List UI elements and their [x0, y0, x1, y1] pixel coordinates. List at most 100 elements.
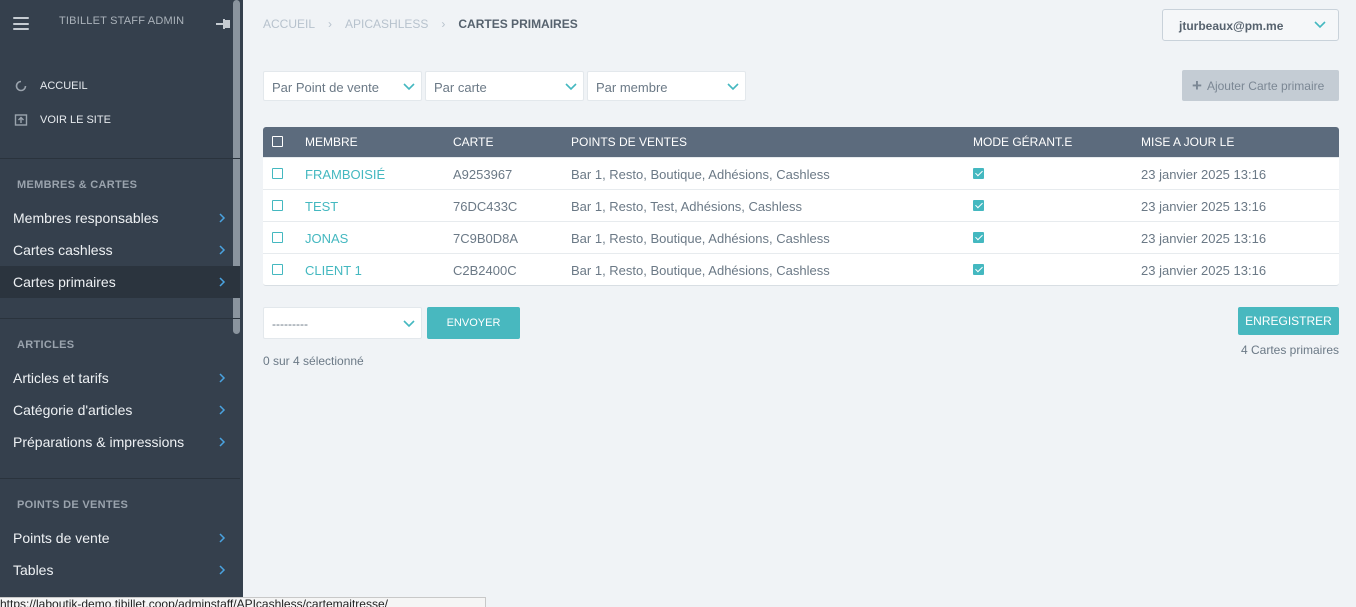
user-menu[interactable]: jturbeaux@pm.me [1162, 9, 1339, 41]
sidebar-title: TIBILLET STAFF ADMIN [59, 15, 185, 27]
member-link[interactable]: TEST [305, 199, 338, 214]
row-checkbox[interactable] [272, 200, 283, 211]
sidebar: TIBILLET STAFF ADMIN ACCUEIL VOIR LE SIT… [0, 0, 243, 607]
sidebar-item-articles-et-tarifs[interactable]: Articles et tarifs [0, 362, 240, 394]
sidebar-item-tables[interactable]: Tables [0, 554, 240, 586]
table-row: TEST 76DC433C Bar 1, Resto, Test, Adhési… [263, 189, 1339, 221]
breadcrumb-accueil[interactable]: ACCUEIL [263, 17, 315, 31]
chevron-right-icon [219, 533, 226, 543]
breadcrumb-separator-icon: › [441, 17, 446, 31]
sidebar-item-membres-responsables[interactable]: Membres responsables [0, 202, 240, 234]
card-id: A9253967 [453, 167, 513, 182]
sidebar-header: TIBILLET STAFF ADMIN [0, 0, 243, 48]
sidebar-link-voir-le-site[interactable]: VOIR LE SITE [14, 113, 111, 127]
sidebar-item-label: Cartes primaires [13, 274, 116, 290]
sidebar-link-accueil[interactable]: ACCUEIL [14, 79, 88, 93]
sidebar-item-categorie-articles[interactable]: Catégorie d'articles [0, 394, 240, 426]
column-header-membre[interactable]: MEMBRE [305, 135, 358, 149]
updated-date: 23 janvier 2025 13:16 [1141, 167, 1267, 182]
add-button-label: Ajouter Carte primaire [1206, 78, 1325, 93]
sidebar-item-label: Points de vente [13, 530, 110, 546]
section-title-membres: MEMBRES & CARTES [17, 179, 138, 191]
chevron-right-icon [219, 245, 226, 255]
sidebar-item-points-de-vente[interactable]: Points de vente [0, 522, 240, 554]
column-header-mise-a-jour[interactable]: MISE A JOUR LE [1141, 135, 1234, 149]
sidebar-item-preparations[interactable]: Préparations & impressions [0, 426, 240, 458]
chevron-right-icon [219, 213, 226, 223]
sidebar-item-label: Catégorie d'articles [13, 402, 133, 418]
sidebar-item-label: Articles et tarifs [13, 370, 109, 386]
pin-icon[interactable] [214, 16, 232, 32]
row-checkbox[interactable] [272, 168, 283, 179]
sidebar-link-label: ACCUEIL [40, 80, 88, 92]
sidebar-item-label: Membres responsables [13, 210, 159, 226]
member-link[interactable]: CLIENT 1 [305, 263, 362, 278]
row-checkbox[interactable] [272, 264, 283, 275]
external-icon [14, 114, 28, 126]
refresh-icon [15, 80, 27, 92]
divider [0, 158, 240, 159]
breadcrumb-apicashless[interactable]: APICASHLESS [345, 17, 428, 31]
gerant-check-icon [973, 264, 984, 275]
points-de-ventes: Bar 1, Resto, Boutique, Adhésions, Cashl… [571, 231, 830, 246]
bulk-action-select[interactable]: --------- [263, 307, 422, 339]
member-link[interactable]: JONAS [305, 231, 348, 246]
chevron-down-icon [403, 83, 415, 91]
filter-carte[interactable]: Par carte [425, 71, 584, 101]
column-header-carte[interactable]: CARTE [453, 135, 493, 149]
updated-date: 23 janvier 2025 13:16 [1141, 199, 1267, 214]
divider [0, 318, 240, 319]
sidebar-item-label: Cartes cashless [13, 242, 113, 258]
filter-label: Par Point de vente [272, 80, 379, 95]
breadcrumb-separator-icon: › [328, 17, 333, 31]
plus-icon: + [1192, 76, 1202, 95]
menu-icon[interactable] [13, 17, 29, 30]
send-button[interactable]: ENVOYER [427, 307, 520, 339]
chevron-right-icon [219, 405, 226, 415]
sidebar-item-label: Préparations & impressions [13, 434, 185, 450]
chevron-down-icon [565, 83, 577, 91]
divider [0, 478, 240, 479]
table-header: MEMBRE CARTE POINTS DE VENTES MODE GÉRAN… [263, 127, 1339, 157]
chevron-right-icon [219, 437, 226, 447]
sidebar-item-cartes-primaires[interactable]: Cartes primaires [0, 266, 240, 298]
points-de-ventes: Bar 1, Resto, Test, Adhésions, Cashless [571, 199, 802, 214]
sidebar-item-cartes-cashless[interactable]: Cartes cashless [0, 234, 240, 266]
member-link[interactable]: FRAMBOISIÉ [305, 167, 385, 182]
filter-label: Par carte [434, 80, 487, 95]
results-table: MEMBRE CARTE POINTS DE VENTES MODE GÉRAN… [263, 127, 1339, 286]
gerant-check-icon [973, 200, 984, 211]
user-email: jturbeaux@pm.me [1179, 19, 1284, 33]
bulk-action-value: --------- [272, 317, 308, 331]
breadcrumb: ACCUEIL › APICASHLESS › CARTES PRIMAIRES [263, 17, 578, 31]
filter-membre[interactable]: Par membre [587, 71, 746, 101]
chevron-down-icon [727, 83, 739, 91]
section-title-points-de-ventes: POINTS DE VENTES [17, 499, 129, 511]
status-bar-url: https://laboutik-demo.tibillet.coop/admi… [0, 597, 486, 607]
section-title-articles: ARTICLES [17, 339, 75, 351]
table-row: JONAS 7C9B0D8A Bar 1, Resto, Boutique, A… [263, 221, 1339, 253]
chevron-down-icon [403, 320, 415, 328]
select-all-checkbox[interactable] [272, 136, 283, 147]
column-header-mode-gerant[interactable]: MODE GÉRANT.E [973, 135, 1072, 149]
filter-label: Par membre [596, 80, 668, 95]
chevron-down-icon [1314, 21, 1326, 29]
column-header-points[interactable]: POINTS DE VENTES [571, 135, 687, 149]
gerant-check-icon [973, 168, 984, 179]
gerant-check-icon [973, 232, 984, 243]
card-id: 76DC433C [453, 199, 518, 214]
add-carte-primaire-button[interactable]: + Ajouter Carte primaire [1182, 70, 1339, 101]
chevron-right-icon [219, 565, 226, 575]
filter-point-de-vente[interactable]: Par Point de vente [263, 71, 422, 101]
sidebar-item-label: Tables [13, 562, 54, 578]
save-button[interactable]: ENREGISTRER [1238, 307, 1339, 335]
card-id: C2B2400C [453, 263, 517, 278]
breadcrumb-current: CARTES PRIMAIRES [458, 17, 578, 31]
points-de-ventes: Bar 1, Resto, Boutique, Adhésions, Cashl… [571, 263, 830, 278]
row-checkbox[interactable] [272, 232, 283, 243]
chevron-right-icon [219, 277, 226, 287]
chevron-right-icon [219, 373, 226, 383]
selection-count: 0 sur 4 sélectionné [263, 354, 364, 368]
points-de-ventes: Bar 1, Resto, Boutique, Adhésions, Cashl… [571, 167, 830, 182]
table-row: FRAMBOISIÉ A9253967 Bar 1, Resto, Boutiq… [263, 157, 1339, 189]
